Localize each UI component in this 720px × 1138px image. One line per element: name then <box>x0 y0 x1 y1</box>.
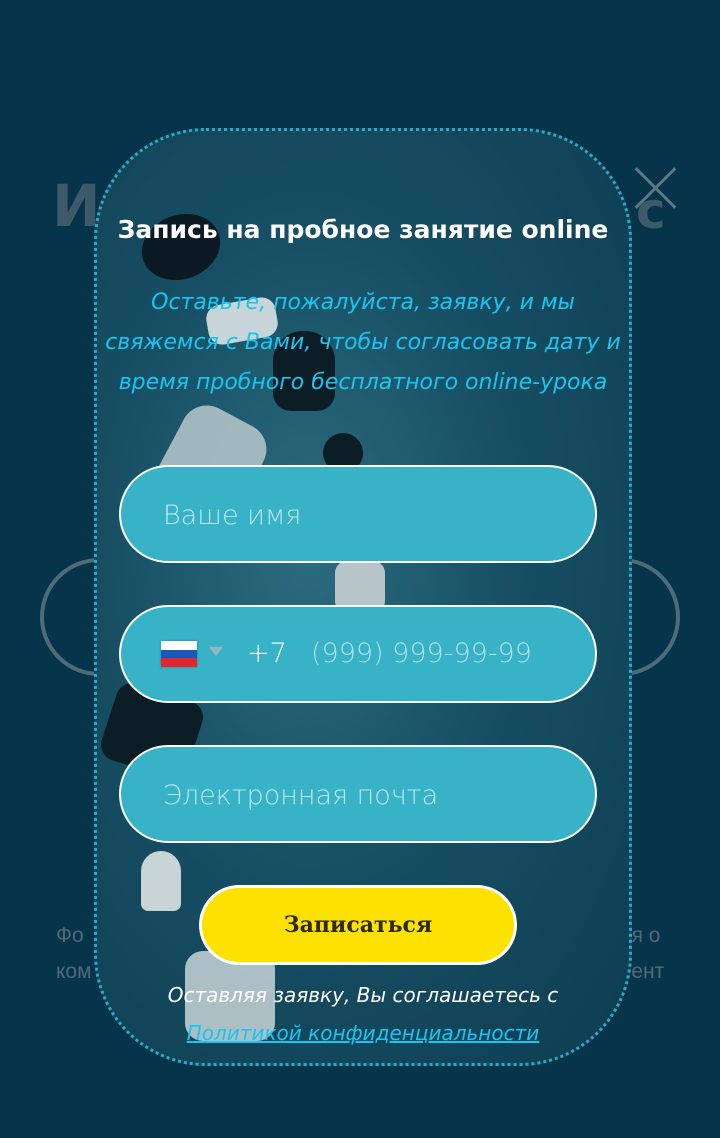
phone-input[interactable]: (999) 999-99-99 <box>311 607 532 701</box>
chess-piece-image <box>141 851 181 911</box>
modal-title: Запись на пробное занятие online <box>117 215 609 244</box>
russia-flag-icon[interactable] <box>161 641 197 668</box>
phone-country-code: +7 <box>247 638 287 669</box>
background-text-fragment: ком <box>56 960 92 983</box>
email-input[interactable] <box>161 747 565 843</box>
name-input[interactable] <box>161 467 565 563</box>
caret-down-icon[interactable] <box>209 647 223 656</box>
background-text-fragment: Фо <box>56 924 84 947</box>
trial-lesson-modal: Запись на пробное занятие online Оставьт… <box>94 128 632 1066</box>
privacy-policy-link[interactable]: Политикой конфиденциальности <box>97 1021 629 1045</box>
email-field[interactable] <box>119 745 597 843</box>
consent-text: Оставляя заявку, Вы соглашаетесь с <box>167 983 559 1007</box>
submit-button[interactable]: Записаться <box>199 885 517 965</box>
name-field[interactable] <box>119 465 597 563</box>
phone-field[interactable]: +7 (999) 999-99-99 <box>119 605 597 703</box>
modal-subtitle: Оставьте, пожалуйста, заявку, и мы свяже… <box>105 290 621 395</box>
close-icon[interactable] <box>632 164 678 210</box>
